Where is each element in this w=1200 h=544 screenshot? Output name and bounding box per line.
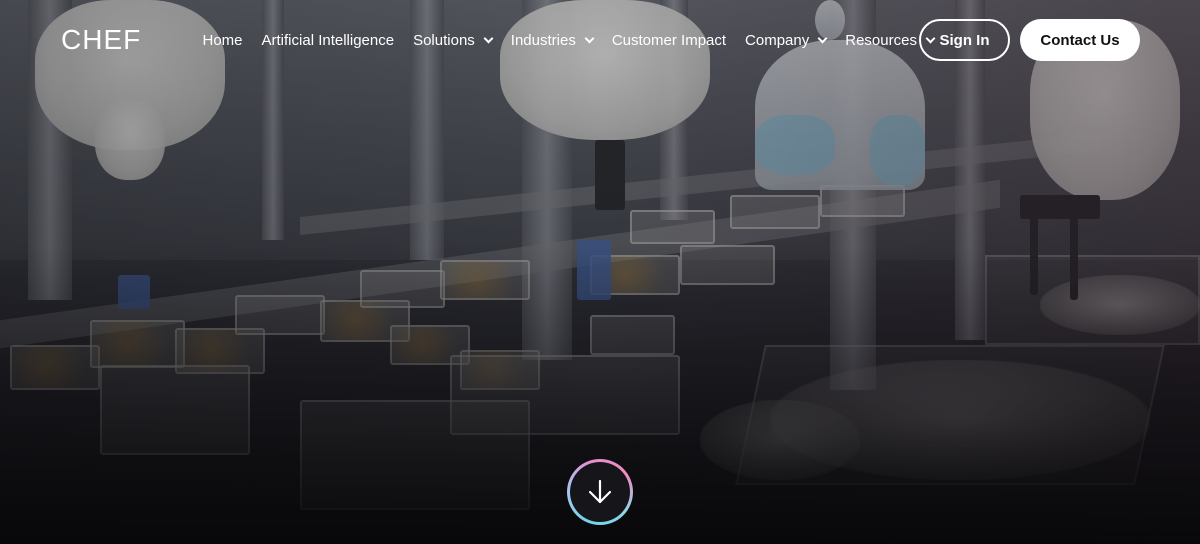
main-menu: Home Artificial Intelligence Solutions I…: [193, 0, 943, 80]
nav-item-customer-impact[interactable]: Customer Impact: [602, 20, 735, 60]
top-navigation: CHEF Home Artificial Intelligence Soluti…: [0, 0, 1200, 80]
nav-item-label: Resources: [845, 31, 917, 49]
nav-item-label: Industries: [510, 31, 576, 49]
scroll-down-button[interactable]: [567, 459, 633, 525]
nav-item-label: Solutions: [413, 31, 475, 49]
nav-item-industries[interactable]: Industries: [501, 20, 602, 60]
nav-item-label: Customer Impact: [611, 31, 727, 49]
arrow-down-icon: [588, 479, 612, 504]
nav-item-home[interactable]: Home: [193, 20, 252, 60]
hero-section: CHEF Home Artificial Intelligence Soluti…: [0, 0, 1200, 544]
nav-item-label: Artificial Intelligence: [261, 31, 395, 49]
chevron-down-icon: [584, 33, 595, 43]
nav-item-artificial-intelligence[interactable]: Artificial Intelligence: [252, 20, 404, 60]
sign-in-button[interactable]: Sign In: [919, 19, 1010, 61]
chevron-down-icon: [817, 33, 828, 43]
chevron-down-icon: [483, 33, 494, 43]
nav-item-label: Company: [745, 31, 810, 49]
contact-us-button[interactable]: Contact Us: [1020, 19, 1140, 61]
nav-item-solutions[interactable]: Solutions: [404, 20, 502, 60]
nav-item-company[interactable]: Company: [736, 20, 836, 60]
chef-logo[interactable]: CHEF: [61, 26, 141, 54]
nav-item-label: Home: [202, 31, 243, 49]
